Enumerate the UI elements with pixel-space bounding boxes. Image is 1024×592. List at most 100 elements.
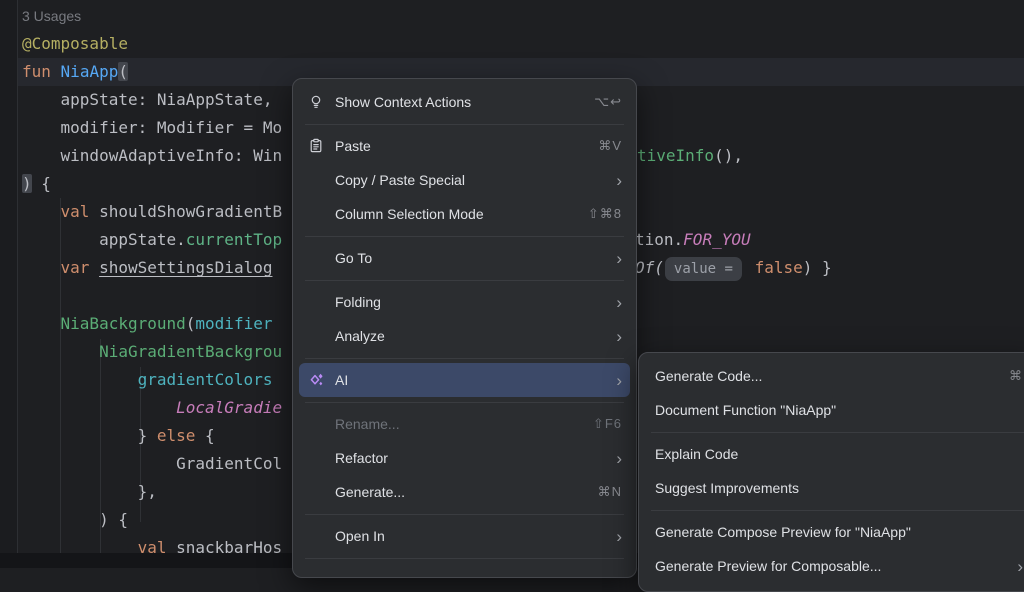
- code-token: gradientColors: [138, 370, 273, 389]
- code-token: [745, 258, 755, 277]
- menu-separator: [293, 231, 636, 241]
- submenu-arrow-icon: ›: [616, 328, 622, 345]
- code-token: Of(: [635, 258, 664, 277]
- code-token: GradientCol: [22, 454, 282, 473]
- menu-item-generate-code[interactable]: Generate Code...⌘: [645, 359, 1024, 393]
- code-line: ) {: [22, 170, 51, 198]
- menu-item-generate-preview-for-composable[interactable]: Generate Preview for Composable...›: [645, 549, 1024, 583]
- code-fragment: tiveInfo(),: [637, 142, 743, 170]
- code-token: [22, 202, 61, 221]
- code-line: NiaGradientBackgrou: [22, 338, 282, 366]
- menu-item-open-in[interactable]: Open In›: [299, 519, 630, 553]
- lightbulb-icon: [305, 94, 327, 110]
- menu-item-generate[interactable]: Generate...⌘N: [299, 475, 630, 509]
- menu-item-generate-compose-preview-for-niaapp[interactable]: Generate Compose Preview for "NiaApp": [645, 515, 1024, 549]
- menu-item-label: Open In: [335, 528, 592, 544]
- menu-item-label: Rename...: [335, 416, 569, 432]
- inlay-hint-chip: value =: [665, 257, 742, 281]
- code-line: appState.currentTop: [22, 226, 282, 254]
- code-fragment: tion.FOR_YOU: [635, 226, 751, 254]
- code-fragment: Of(value = false) }: [635, 254, 832, 282]
- code-line: GradientCol: [22, 450, 282, 478]
- code-line: windowAdaptiveInfo: Win: [22, 142, 282, 170]
- menu-item-copy-paste-special[interactable]: Copy / Paste Special ›: [299, 163, 630, 197]
- menu-item-label: Document Function "NiaApp": [655, 402, 1023, 418]
- menu-separator: [293, 397, 636, 407]
- code-token: shouldShowGradientB: [89, 202, 282, 221]
- code-token: ) {: [22, 510, 128, 529]
- code-token: else: [157, 426, 196, 445]
- menu-separator: [293, 275, 636, 285]
- ide-screen: { "colors": { "editor_bg": "#1E1F22", "m…: [0, 0, 1024, 568]
- code-line: modifier: Modifier = Mo: [22, 114, 282, 142]
- code-token: FOR_YOU: [683, 230, 750, 249]
- code-line: gradientColors: [22, 366, 272, 394]
- menu-item-explain-code[interactable]: Explain Code: [645, 437, 1024, 471]
- menu-item-folding[interactable]: Folding ›: [299, 285, 630, 319]
- code-token: @Composable: [22, 34, 128, 53]
- menu-separator: [293, 553, 636, 563]
- menu-item-label: Column Selection Mode: [335, 206, 564, 222]
- clipboard-icon: [305, 138, 327, 154]
- code-line: },: [22, 478, 157, 506]
- code-line: fun NiaApp(: [22, 58, 128, 86]
- code-token: modifier: [195, 314, 272, 333]
- code-token: fun: [22, 62, 51, 81]
- code-token: (),: [714, 146, 743, 165]
- code-token: [22, 342, 99, 361]
- code-line: @Composable: [22, 30, 128, 58]
- menu-item-suggest-improvements[interactable]: Suggest Improvements: [645, 471, 1024, 505]
- menu-item-paste[interactable]: Paste ⌘V: [299, 129, 630, 163]
- code-token: (: [118, 62, 128, 81]
- code-line: appState: NiaAppState,: [22, 86, 272, 114]
- menu-item-show-context-actions[interactable]: Show Context Actions⌥↩: [299, 85, 630, 119]
- code-token: [51, 62, 61, 81]
- menu-item-label: Go To: [335, 250, 592, 266]
- editor-context-menu: Show Context Actions⌥↩ Paste ⌘V Copy / Past…: [292, 78, 637, 578]
- ai-submenu: Generate Code...⌘ Document Function "NiaA…: [638, 352, 1024, 592]
- menu-item-label: Paste: [335, 138, 574, 154]
- menu-item-document-function-niaapp[interactable]: Document Function "NiaApp": [645, 393, 1024, 427]
- code-token: [89, 258, 99, 277]
- code-token: [22, 370, 138, 389]
- usages-inlay-hint: 3 Usages: [22, 2, 81, 30]
- menu-item-label: Explain Code: [655, 446, 1023, 462]
- menu-separator: [639, 427, 1024, 437]
- menu-item-label: Generate...: [335, 484, 574, 500]
- code-token: [22, 314, 61, 333]
- menu-item-column-selection-mode[interactable]: Column Selection Mode⇧⌘8: [299, 197, 630, 231]
- code-token: tiveInfo: [637, 146, 714, 165]
- code-token: [22, 398, 176, 417]
- menu-item-refactor[interactable]: Refactor ›: [299, 441, 630, 475]
- code-token: windowAdaptiveInfo: Win: [22, 146, 282, 165]
- menu-item-label: Copy / Paste Special: [335, 172, 592, 188]
- menu-item-ai[interactable]: AI›: [299, 363, 630, 397]
- menu-item-label: Analyze: [335, 328, 592, 344]
- submenu-arrow-icon: ›: [616, 172, 622, 189]
- code-line: LocalGradie: [22, 394, 282, 422]
- ai-sparkle-icon: [305, 372, 327, 389]
- shortcut-hint: ⌘V: [598, 138, 622, 154]
- submenu-arrow-icon: ›: [616, 450, 622, 467]
- menu-item-go-to[interactable]: Go To›: [299, 241, 630, 275]
- menu-separator: [293, 509, 636, 519]
- menu-item-analyze[interactable]: Analyze ›: [299, 319, 630, 353]
- menu-item-label: Folding: [335, 294, 592, 310]
- code-token: false: [755, 258, 803, 277]
- menu-item-label: Suggest Improvements: [655, 480, 1023, 496]
- menu-item-label: Refactor: [335, 450, 592, 466]
- submenu-arrow-icon: ›: [616, 294, 622, 311]
- code-token: LocalGradie: [176, 398, 282, 417]
- menu-separator: [293, 119, 636, 129]
- menu-item-label: Generate Code...: [655, 368, 985, 384]
- menu-item-label: Generate Compose Preview for "NiaApp": [655, 524, 1023, 540]
- menu-separator: [293, 353, 636, 363]
- code-token: {: [32, 174, 51, 193]
- code-line: var showSettingsDialog: [22, 254, 272, 282]
- code-token: 3 Usages: [22, 8, 81, 24]
- code-token: NiaGradientBackgrou: [99, 342, 282, 361]
- shortcut-hint: ⇧F6: [593, 416, 622, 432]
- code-token: (: [186, 314, 196, 333]
- code-line: val shouldShowGradientB: [22, 198, 282, 226]
- code-token: currentTop: [186, 230, 282, 249]
